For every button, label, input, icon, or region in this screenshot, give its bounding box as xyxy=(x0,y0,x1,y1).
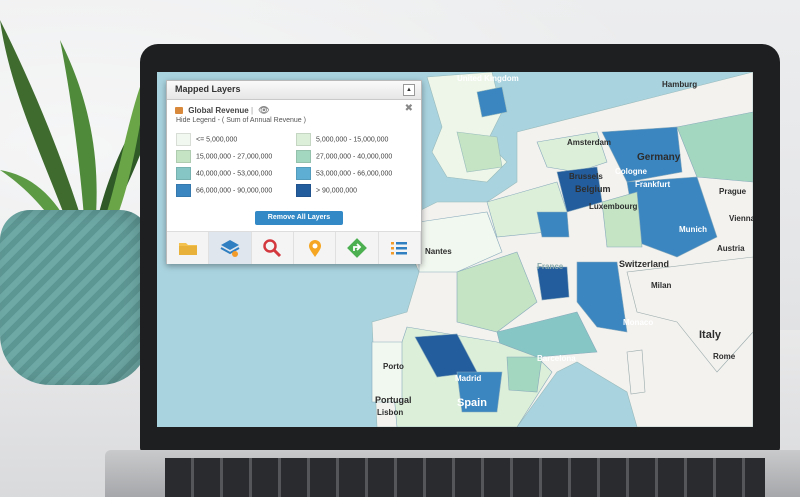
map-label-amsterdam: Amsterdam xyxy=(567,138,612,147)
folder-icon xyxy=(178,243,197,255)
map-label-luxembourg: Luxembourg xyxy=(589,202,638,211)
legend-label: 40,000,000 - 53,000,000 xyxy=(196,170,273,178)
map-label-munich: Munich xyxy=(679,225,707,234)
tool-route[interactable] xyxy=(336,232,379,264)
legend-swatch xyxy=(296,133,311,146)
map-label-frankfurt: Frankfurt xyxy=(635,180,671,189)
map-label-monaco: Monaco xyxy=(623,318,654,327)
legend-label: 5,000,000 - 15,000,000 xyxy=(316,136,389,144)
legend-swatch xyxy=(296,167,311,180)
map-label-brussels: Brussels xyxy=(569,172,603,181)
legend-item: 27,000,000 - 40,000,000 xyxy=(296,150,393,163)
map-label-switzerland: Switzerland xyxy=(619,259,670,269)
legend-item: 40,000,000 - 53,000,000 xyxy=(176,167,273,180)
legend-item: 5,000,000 - 15,000,000 xyxy=(296,133,389,146)
route-icon xyxy=(347,238,367,258)
legend-item: 53,000,000 - 66,000,000 xyxy=(296,167,393,180)
map-label-austria: Austria xyxy=(717,244,745,253)
map-label-lisbon: Lisbon xyxy=(377,408,404,417)
legend-item: <= 5,000,000 xyxy=(176,133,238,146)
legend-label: <= 5,000,000 xyxy=(196,136,238,144)
tool-list[interactable] xyxy=(378,232,421,264)
layer-folder-icon xyxy=(175,107,183,114)
legend-label: > 90,000,000 xyxy=(316,187,358,195)
legend-swatch xyxy=(176,133,191,146)
list-icon xyxy=(391,242,408,255)
visibility-eye-icon[interactable]: 👁 xyxy=(258,105,269,116)
legend-label: 15,000,000 - 27,000,000 xyxy=(196,153,273,161)
legend-swatch xyxy=(296,150,311,163)
legend-swatch xyxy=(176,167,191,180)
legend-swatch xyxy=(176,184,191,197)
map-label-italy: Italy xyxy=(699,329,722,341)
map-label-hamburg: Hamburg xyxy=(662,80,698,89)
legend-item: > 90,000,000 xyxy=(296,184,358,197)
plant-pot xyxy=(0,210,150,385)
hide-legend-link[interactable]: Hide Legend - ( Sum of Annual Revenue ) xyxy=(176,117,306,124)
tool-folder[interactable] xyxy=(167,232,210,264)
search-icon xyxy=(263,239,282,258)
panel-header: Mapped Layers ▲ xyxy=(167,81,421,100)
close-layer-icon[interactable]: ✖ xyxy=(405,103,413,114)
layers-icon xyxy=(220,240,240,257)
map-label-germany: Germany xyxy=(637,152,681,163)
legend-label: 53,000,000 - 66,000,000 xyxy=(316,170,393,178)
map-label-france: France xyxy=(537,262,564,271)
pin-icon xyxy=(308,240,321,257)
legend-label: 27,000,000 - 40,000,000 xyxy=(316,153,393,161)
map-display[interactable]: United Kingdom Amsterdam Brussels Belgiu… xyxy=(157,72,753,427)
legend-swatch xyxy=(296,184,311,197)
map-label-milan: Milan xyxy=(651,281,672,290)
legend-label: 66,000,000 - 90,000,000 xyxy=(196,187,273,195)
map-label-belgium: Belgium xyxy=(575,184,611,194)
map-label-portugal: Portugal xyxy=(375,395,412,405)
map-label-nantes: Nantes xyxy=(425,247,452,256)
panel-toolbar xyxy=(167,231,421,264)
legend-swatch xyxy=(176,150,191,163)
map-label-spain: Spain xyxy=(457,397,487,409)
panel-title: Mapped Layers xyxy=(175,84,241,94)
remove-all-layers-button[interactable]: Remove All Layers xyxy=(255,211,343,225)
map-label-rome: Rome xyxy=(713,352,736,361)
laptop-keyboard xyxy=(165,458,765,497)
map-label-madrid: Madrid xyxy=(455,374,482,383)
legend-item: 15,000,000 - 27,000,000 xyxy=(176,150,273,163)
map-label-united-kingdom: United Kingdom xyxy=(457,74,519,83)
map-label-barcelona: Barcelona xyxy=(537,354,576,363)
legend-item: 66,000,000 - 90,000,000 xyxy=(176,184,273,197)
map-label-cologne: Cologne xyxy=(615,167,647,176)
tool-layers[interactable] xyxy=(209,232,252,264)
layer-row: Global Revenue | 👁 xyxy=(175,105,270,116)
map-label-porto: Porto xyxy=(383,362,404,371)
collapse-button[interactable]: ▲ xyxy=(403,84,415,96)
layer-name[interactable]: Global Revenue xyxy=(188,106,248,115)
tool-search[interactable] xyxy=(251,232,294,264)
layer-separator: | xyxy=(250,106,254,115)
map-label-prague: Prague xyxy=(719,187,747,196)
map-label-vienna: Vienna xyxy=(729,214,753,223)
tool-pin[interactable] xyxy=(293,232,337,264)
mapped-layers-panel: Mapped Layers ▲ Global Revenue | 👁 ✖ Hid… xyxy=(166,80,422,264)
